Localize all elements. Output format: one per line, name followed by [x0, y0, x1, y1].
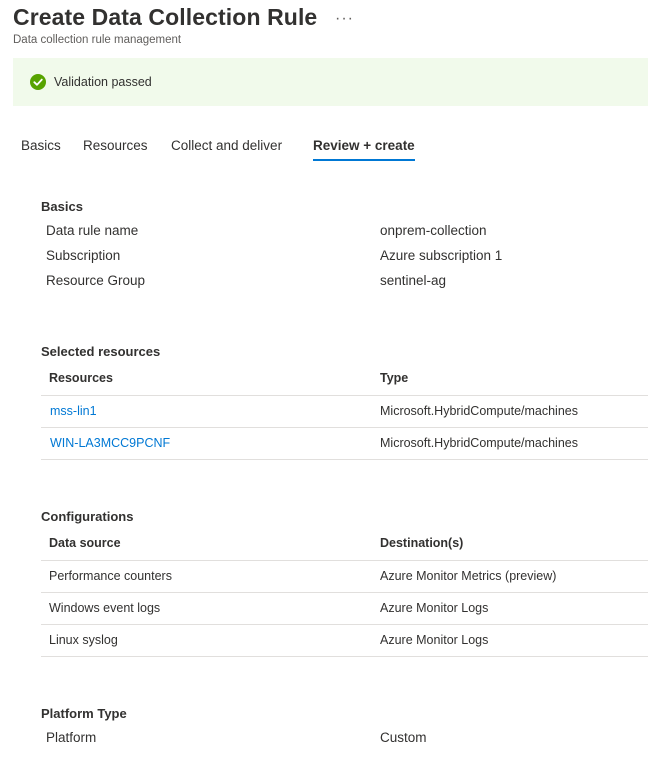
column-header-type: Type — [380, 371, 409, 385]
table-row: Linux syslog Azure Monitor Logs — [41, 625, 648, 657]
column-header-resources: Resources — [49, 371, 113, 385]
page-subtitle: Data collection rule management — [13, 34, 182, 46]
tab-resources[interactable]: Resources — [83, 138, 148, 159]
resource-link[interactable]: mss-lin1 — [50, 404, 97, 418]
table-header: Resources Type — [41, 362, 648, 396]
data-rule-name-value: onprem-collection — [380, 223, 487, 238]
resource-group-value: sentinel-ag — [380, 273, 447, 288]
data-rule-name-label: Data rule name — [46, 223, 139, 238]
table-header: Data source Destination(s) — [41, 527, 648, 561]
resource-link[interactable]: WIN-LA3MCC9PCNF — [50, 436, 170, 450]
tab-basics[interactable]: Basics — [21, 138, 61, 159]
configurations-title: Configurations — [41, 509, 134, 524]
resource-type: Microsoft.HybridCompute/machines — [380, 404, 578, 418]
platform-label: Platform — [46, 730, 97, 745]
configurations-table: Data source Destination(s) Performance c… — [41, 527, 648, 657]
data-source: Windows event logs — [49, 601, 161, 615]
more-options-icon[interactable]: ··· — [335, 10, 354, 28]
validation-message: Validation passed — [54, 75, 152, 89]
destination: Azure Monitor Logs — [380, 601, 489, 615]
resource-group-label: Resource Group — [46, 273, 146, 288]
column-header-destinations: Destination(s) — [380, 536, 464, 550]
check-circle-icon — [30, 74, 46, 90]
table-row: WIN-LA3MCC9PCNF Microsoft.HybridCompute/… — [41, 428, 648, 460]
selected-resources-title: Selected resources — [41, 344, 161, 359]
resource-type: Microsoft.HybridCompute/machines — [380, 436, 578, 450]
table-row: Windows event logs Azure Monitor Logs — [41, 593, 648, 625]
tab-review-create[interactable]: Review + create — [313, 138, 415, 161]
subscription-value: Azure subscription 1 — [380, 248, 503, 263]
data-source: Performance counters — [49, 569, 172, 583]
basics-section-title: Basics — [41, 199, 83, 214]
destination: Azure Monitor Metrics (preview) — [380, 569, 557, 583]
resources-table: Resources Type mss-lin1 Microsoft.Hybrid… — [41, 362, 648, 460]
column-header-data-source: Data source — [49, 536, 121, 550]
data-source: Linux syslog — [49, 633, 118, 647]
tab-collect-and-deliver[interactable]: Collect and deliver — [171, 138, 282, 159]
page-title: Create Data Collection Rule — [13, 4, 318, 30]
platform-value: Custom — [380, 730, 427, 745]
review-create-page: Create Data Collection Rule ··· Data col… — [0, 0, 648, 772]
page-header: Create Data Collection Rule ··· Data col… — [13, 4, 648, 46]
subscription-label: Subscription — [46, 248, 121, 263]
table-row: mss-lin1 Microsoft.HybridCompute/machine… — [41, 396, 648, 428]
validation-banner: Validation passed — [13, 58, 648, 106]
destination: Azure Monitor Logs — [380, 633, 489, 647]
platform-type-title: Platform Type — [41, 706, 127, 721]
table-row: Performance counters Azure Monitor Metri… — [41, 561, 648, 593]
